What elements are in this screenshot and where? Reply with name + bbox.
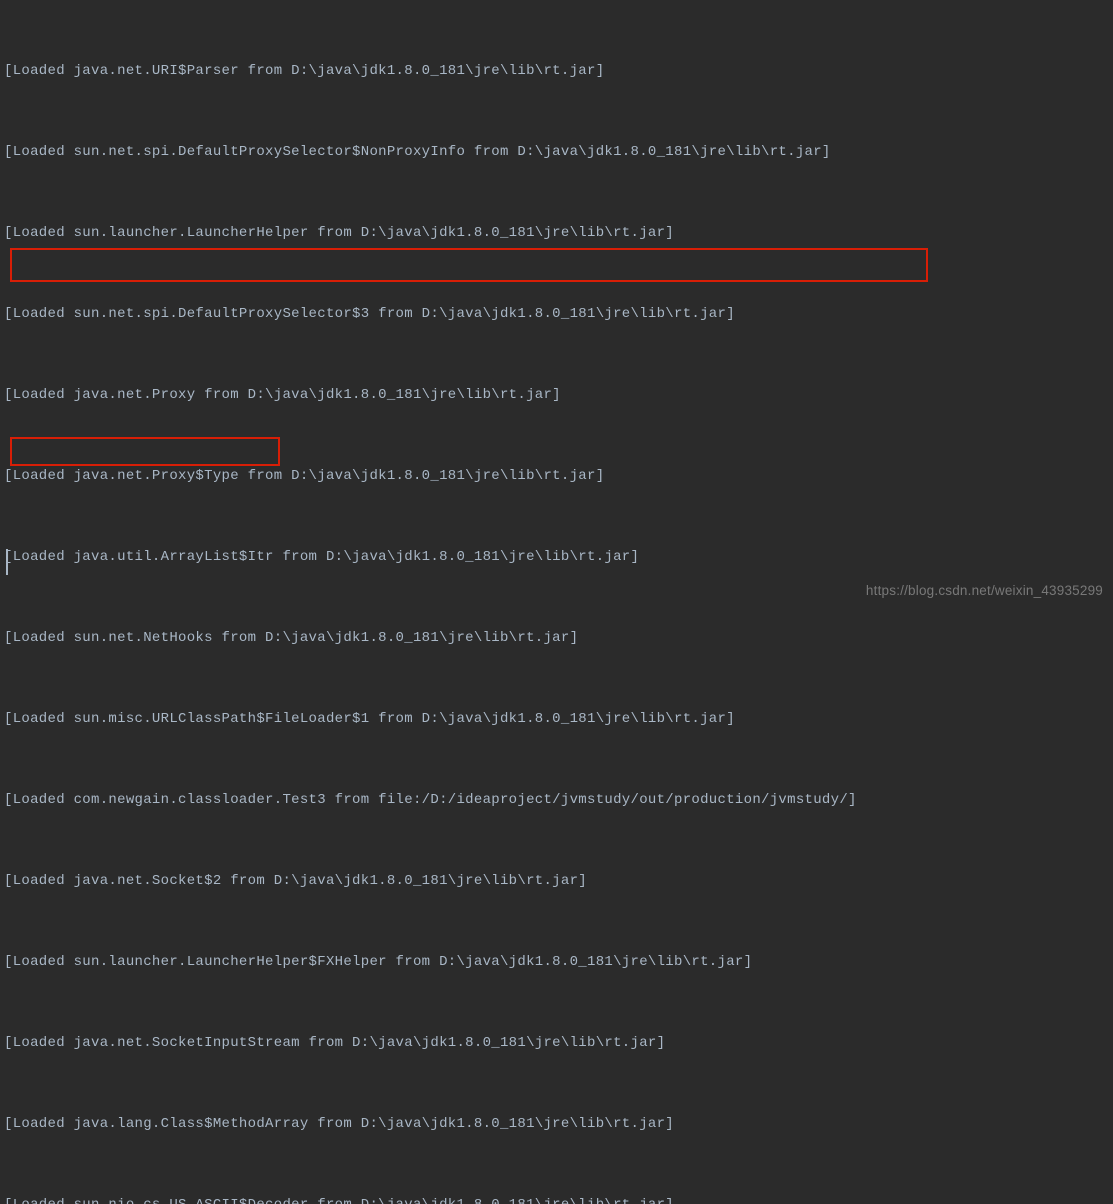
- console-output: [Loaded java.net.URI$Parser from D:\java…: [4, 4, 1113, 1204]
- console-line: [Loaded sun.net.spi.DefaultProxySelector…: [4, 301, 1113, 328]
- watermark-text: https://blog.csdn.net/weixin_43935299: [866, 583, 1103, 598]
- console-line: [Loaded java.util.ArrayList$Itr from D:\…: [4, 544, 1113, 571]
- console-line: [Loaded java.net.SocketInputStream from …: [4, 1030, 1113, 1057]
- console-line: [Loaded sun.nio.cs.US_ASCII$Decoder from…: [4, 1192, 1113, 1204]
- console-line: [Loaded sun.net.NetHooks from D:\java\jd…: [4, 625, 1113, 652]
- console-line: [Loaded sun.misc.URLClassPath$FileLoader…: [4, 706, 1113, 733]
- console-line: [Loaded java.net.Proxy from D:\java\jdk1…: [4, 382, 1113, 409]
- console-line: [Loaded java.net.Socket$2 from D:\java\j…: [4, 868, 1113, 895]
- console-line: [Loaded com.newgain.classloader.Test3 fr…: [4, 787, 1113, 814]
- console-line: [Loaded sun.net.spi.DefaultProxySelector…: [4, 139, 1113, 166]
- console-line: [Loaded sun.launcher.LauncherHelper from…: [4, 220, 1113, 247]
- cursor-indicator: [6, 549, 8, 575]
- console-line: [Loaded java.lang.Class$MethodArray from…: [4, 1111, 1113, 1138]
- console-line: [Loaded java.net.URI$Parser from D:\java…: [4, 58, 1113, 85]
- console-line: [Loaded java.net.Proxy$Type from D:\java…: [4, 463, 1113, 490]
- console-line: [Loaded sun.launcher.LauncherHelper$FXHe…: [4, 949, 1113, 976]
